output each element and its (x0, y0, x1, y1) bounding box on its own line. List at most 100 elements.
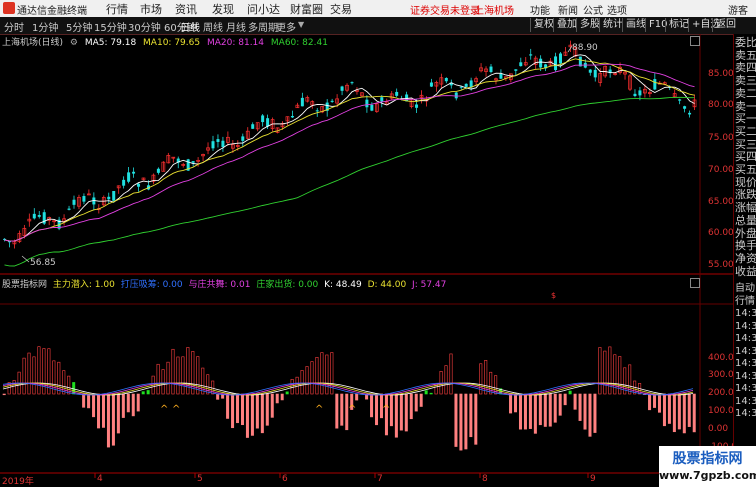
menu-formula[interactable]: 公式 (583, 2, 603, 17)
candle-body (216, 139, 220, 142)
indicator-maximize-icon[interactable] (690, 278, 700, 288)
side-panel-item[interactable]: 卖五 (735, 49, 756, 62)
price-tick-75: 75.00 (708, 133, 733, 143)
side-panel-item[interactable]: 买五 (735, 163, 756, 176)
side-panel-item[interactable]: 买二 (735, 125, 756, 138)
indicator-bar (514, 393, 518, 413)
chart-header: 上海机场(日线) ⚙ MA5: 79.18 MA10: 79.65 MA20: … (2, 35, 332, 48)
side-panel-tab[interactable]: 行情 (735, 295, 755, 308)
indicator-bar (370, 393, 374, 418)
indicator-bar (12, 380, 16, 395)
tab-monthly[interactable]: 月线 (226, 19, 246, 34)
candle-body (107, 196, 111, 200)
settings-icon[interactable]: ⚙ (70, 38, 78, 48)
side-panel-item[interactable]: 总量 (735, 214, 756, 227)
indicator-bar (459, 393, 463, 451)
menu-options[interactable]: 选项 (607, 2, 627, 17)
indicator-bar (32, 356, 36, 395)
indicator-bar (553, 393, 557, 423)
candle-body (514, 69, 518, 71)
tab-multi-period[interactable]: 多周期 (248, 19, 278, 34)
indicator-bar (653, 393, 657, 408)
menu-market-quotes[interactable]: 行情 (106, 1, 128, 17)
candlesticks (3, 40, 697, 249)
indicator-bar (216, 393, 220, 400)
candle-body (340, 86, 344, 91)
indicator-bar (578, 393, 582, 421)
tab-30min[interactable]: 30分钟 (128, 19, 161, 34)
login-warning[interactable]: 证券交易未登录 (410, 2, 480, 17)
indicator-bar (469, 393, 473, 438)
side-panel-item[interactable]: 外盘 (735, 227, 756, 240)
indicator-bar (404, 393, 408, 432)
ma-line (4, 96, 695, 267)
kline-chart[interactable]: ^ ^ ^ ^ ^ 88.90 56.85 $ 85.00 80.00 75.00 70… (0, 34, 733, 487)
indicator-bar (687, 393, 691, 427)
indicator-bar (355, 393, 359, 401)
menu-wealth-circle[interactable]: 财富圈 (290, 1, 323, 17)
indicator-item-k: K: 48.49 (324, 280, 362, 290)
indicator-bar (181, 356, 185, 395)
tab-timeshare[interactable]: 分时 (4, 19, 24, 34)
indicator-bar (116, 393, 120, 434)
candle-body (122, 179, 126, 186)
back-button[interactable]: 返回 (712, 18, 739, 32)
menu-news-right[interactable]: 新闻 (558, 2, 578, 17)
indicator-bar (27, 352, 31, 395)
side-panel-item[interactable]: 卖四 (735, 61, 756, 74)
month-label-8: 8 (482, 474, 488, 484)
indicator-bar (399, 393, 403, 431)
indicator-bar (573, 393, 577, 410)
maximize-icon[interactable] (690, 36, 700, 46)
menu-discover[interactable]: 发现 (212, 1, 234, 17)
period-toolbar: 分时 1分钟 5分钟 15分钟 30分钟 60分钟 日线 周线 月线 多周期 更… (0, 17, 756, 35)
indicator-bar (320, 352, 324, 395)
indicator-bar (538, 393, 542, 426)
side-panel-item[interactable]: 卖一 (735, 100, 756, 113)
chevron-down-icon[interactable]: ▼ (298, 20, 304, 29)
menu-market[interactable]: 市场 (140, 1, 162, 17)
indicator-name[interactable]: 股票指标网 (2, 280, 47, 290)
side-panel-item[interactable]: 卖三 (735, 74, 756, 87)
side-panel-item[interactable]: 卖二 (735, 87, 756, 100)
indicator-bar (325, 354, 329, 395)
tab-5min[interactable]: 5分钟 (66, 19, 92, 34)
buy-signal-arrow: ^ (348, 404, 356, 415)
menu-function[interactable]: 功能 (530, 2, 550, 17)
candle-body (211, 141, 215, 149)
side-panel-item[interactable]: 涨幅 (735, 201, 756, 214)
menu-news[interactable]: 资讯 (175, 1, 197, 17)
indicator-bar (533, 393, 537, 434)
indicator-bar (156, 363, 160, 395)
tab-15min[interactable]: 15分钟 (94, 19, 127, 34)
side-panel-item[interactable]: 买三 (735, 138, 756, 151)
side-panel-item[interactable]: 换手 (735, 239, 756, 252)
side-panel-item[interactable]: 收益 (735, 265, 756, 278)
candle-body (191, 161, 195, 163)
indicator-bar (161, 369, 165, 395)
tick-time: 14:31 (735, 395, 756, 407)
side-panel-item[interactable]: 现价 (735, 176, 756, 189)
tab-1min[interactable]: 1分钟 (32, 19, 58, 34)
candle-body (415, 104, 419, 108)
indicator-item-distribution: 庄家出货: 0.00 (256, 280, 319, 290)
candle-body (251, 124, 255, 129)
menu-ask-xiaoda[interactable]: 问小达 (247, 1, 280, 17)
indicator-bar (464, 393, 468, 450)
side-panel-item[interactable]: 买四 (735, 150, 756, 163)
side-panel-tab[interactable]: 自动 (735, 282, 755, 295)
side-panel-item[interactable]: 委比 (735, 36, 756, 49)
tick-time: 14:30 (735, 345, 756, 357)
tab-daily[interactable]: 日线 (180, 19, 200, 34)
guest-user[interactable]: 游客 (728, 2, 748, 17)
ma-line (4, 58, 695, 242)
side-panel-item[interactable]: 买一 (735, 112, 756, 125)
indicator-bar (429, 392, 433, 395)
menu-trade[interactable]: 交易 (330, 1, 352, 17)
candle-body (221, 140, 225, 147)
tab-more[interactable]: 更多 (276, 19, 296, 34)
side-panel-item[interactable]: 净资 (735, 252, 756, 265)
indicator-bar (315, 357, 319, 395)
side-panel-item[interactable]: 涨跌 (735, 188, 756, 201)
tab-weekly[interactable]: 周线 (203, 19, 223, 34)
